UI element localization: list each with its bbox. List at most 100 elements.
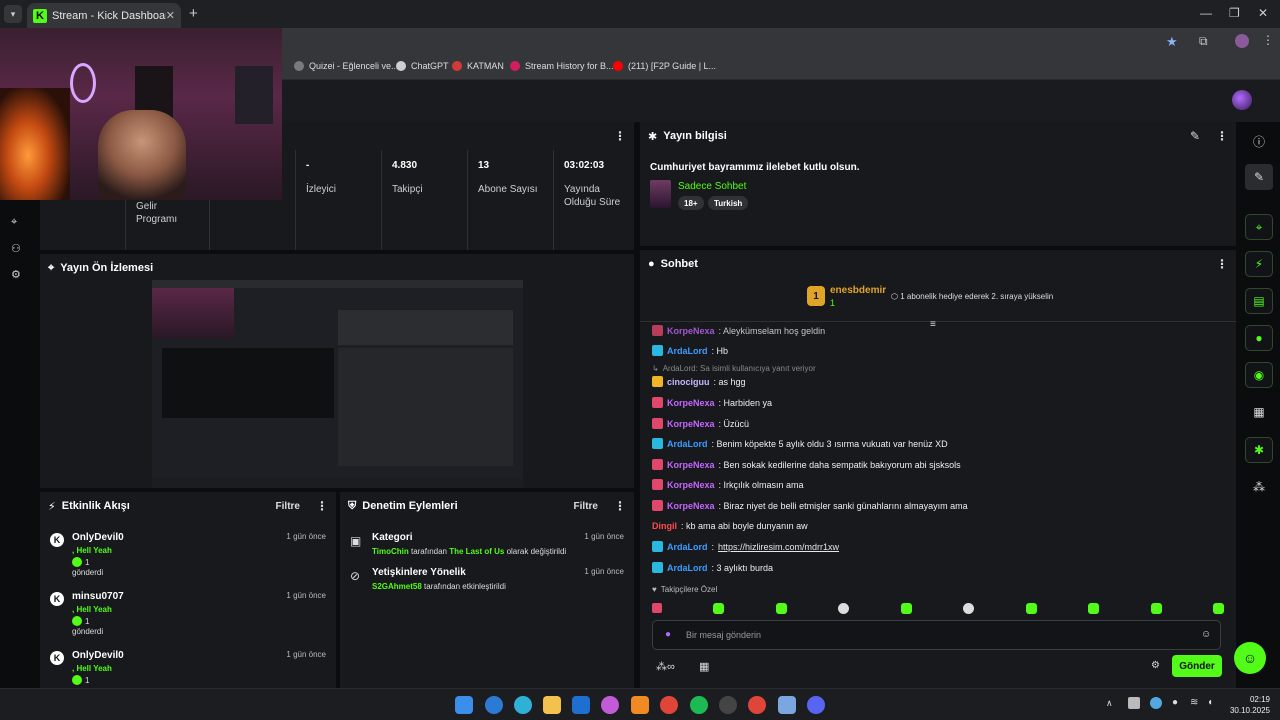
broadcast-icon[interactable]: ◉	[1245, 362, 1273, 388]
emote-icon[interactable]	[1150, 602, 1162, 614]
app-icon[interactable]	[778, 696, 796, 714]
preview-video[interactable]	[152, 280, 523, 488]
more-options-icon[interactable]: ⋮	[1216, 257, 1228, 271]
chat-username[interactable]: cinociguu	[667, 377, 710, 387]
copilot-icon[interactable]	[601, 696, 619, 714]
minimize-icon[interactable]: —	[1200, 6, 1212, 20]
emote-icon[interactable]	[1025, 602, 1037, 614]
microphone-icon[interactable]: ●	[1172, 697, 1178, 708]
lightning-icon[interactable]: ⚡	[1245, 251, 1273, 277]
chat-username[interactable]: ArdaLord	[667, 542, 708, 552]
app-icon[interactable]	[485, 696, 503, 714]
wrench-icon[interactable]: ✱	[1245, 437, 1273, 463]
stream-control-icon[interactable]: ⌖	[1245, 214, 1273, 240]
edit-icon[interactable]: ✎	[1245, 164, 1273, 190]
close-window-icon[interactable]: ✕	[1258, 6, 1268, 20]
emote-icon[interactable]	[652, 603, 662, 613]
activity-user[interactable]: OnlyDevil0	[72, 650, 124, 661]
emote-icon[interactable]	[1212, 602, 1224, 614]
activity-user[interactable]: minsu0707	[72, 591, 124, 602]
browser-menu-icon[interactable]: ⋮	[1262, 33, 1274, 47]
emote-icon[interactable]	[713, 602, 725, 614]
tray-icon[interactable]	[1150, 697, 1162, 709]
moderation-title: Kategori	[372, 532, 413, 543]
chat-settings-icon[interactable]: ⚙	[1151, 660, 1160, 671]
tray-arrow-icon[interactable]: ∧	[1106, 698, 1113, 709]
more-options-icon[interactable]: ⋮	[614, 129, 626, 143]
more-options-icon[interactable]: ⋮	[614, 499, 626, 513]
tray-icon[interactable]	[1128, 697, 1140, 709]
bookmark-item[interactable]: Quizei - Eğlenceli ve...	[294, 61, 399, 71]
send-button[interactable]: Gönder	[1172, 655, 1222, 677]
obs-icon[interactable]	[719, 696, 737, 714]
top-gifter[interactable]: enesbdemir	[830, 285, 886, 296]
filter-button[interactable]: Filtre	[276, 501, 300, 512]
chat-input[interactable]: ● Bir mesaj gönderin ☺	[652, 620, 1221, 650]
user-avatar[interactable]	[1232, 90, 1252, 110]
store-icon[interactable]: ▦	[699, 660, 709, 673]
stream-category[interactable]: Sadece Sohbet	[678, 181, 746, 192]
group-icon[interactable]: ⁂	[1245, 474, 1273, 500]
chat-username[interactable]: ArdaLord	[667, 346, 708, 356]
more-options-icon[interactable]: ⋮	[316, 499, 328, 513]
edit-icon[interactable]: ✎	[1190, 129, 1200, 143]
vlc-icon[interactable]	[631, 696, 649, 714]
chat-username[interactable]: KorpeNexa	[667, 501, 715, 511]
profile-avatar[interactable]	[1235, 34, 1249, 48]
info-icon[interactable]: ⓘ	[1245, 128, 1273, 154]
activity-user[interactable]: OnlyDevil0	[72, 532, 124, 543]
bookmark-item[interactable]: ChatGPT	[396, 61, 449, 71]
bookmark-item[interactable]: KATMAN	[452, 61, 504, 71]
store-icon[interactable]	[572, 696, 590, 714]
users-icon[interactable]: ⚇	[11, 242, 21, 255]
filter-button[interactable]: Filtre	[574, 501, 598, 512]
bookmark-item[interactable]: (211) [F2P Guide | L...	[613, 61, 716, 71]
kick-fab-icon[interactable]: ☺	[1234, 642, 1266, 674]
settings-icon[interactable]: ⚙	[11, 268, 21, 281]
spotify-icon[interactable]	[690, 696, 708, 714]
tab-search-button[interactable]: ▾	[4, 5, 22, 23]
new-tab-button[interactable]: +	[189, 5, 198, 22]
moderator-name[interactable]: S2GAhmet58	[372, 582, 422, 591]
edge-icon[interactable]	[514, 696, 532, 714]
emote-icon[interactable]	[775, 602, 787, 614]
chat-username[interactable]: ArdaLord	[667, 563, 708, 573]
panel-title: Etkinlik Akışı	[61, 500, 130, 512]
emote-icon[interactable]	[963, 602, 975, 614]
chat-username[interactable]: KorpeNexa	[667, 419, 715, 429]
chrome-icon[interactable]	[748, 696, 766, 714]
browser-tab[interactable]: K Stream - Kick Dashboard ✕	[27, 3, 181, 28]
stream-icon[interactable]: ⌖	[11, 216, 17, 229]
chrome-icon[interactable]	[660, 696, 678, 714]
emote-icon[interactable]	[1088, 602, 1100, 614]
tab-close-icon[interactable]: ✕	[166, 9, 175, 22]
emote-icon[interactable]	[838, 602, 850, 614]
maximize-icon[interactable]: ❐	[1229, 6, 1240, 20]
mic-icon[interactable]: ●	[665, 629, 671, 640]
chat-username[interactable]: KorpeNexa	[667, 398, 715, 408]
more-options-icon[interactable]: ⋮	[1216, 129, 1228, 143]
chat-username[interactable]: KorpeNexa	[667, 326, 715, 336]
chat-link[interactable]: https://hizliresim.com/mdrr1xw	[718, 542, 839, 552]
system-clock[interactable]: 02:19 30.10.2025	[1230, 694, 1270, 716]
clipboard-icon[interactable]: ▤	[1245, 288, 1273, 314]
emote-icon[interactable]	[900, 602, 912, 614]
collapse-icon[interactable]: ≡	[930, 319, 936, 330]
extensions-icon[interactable]: ⧉	[1199, 34, 1208, 49]
chat-username[interactable]: KorpeNexa	[667, 460, 715, 470]
emoji-icon[interactable]: ☺	[1201, 629, 1211, 640]
moderator-name[interactable]: TimoChin	[372, 547, 409, 556]
volume-icon[interactable]: ◖	[1207, 697, 1213, 708]
windows-start-icon[interactable]	[455, 696, 473, 714]
file-explorer-icon[interactable]	[543, 696, 561, 714]
chat-bubble-icon[interactable]: ●	[1245, 325, 1273, 351]
store-icon[interactable]: ▦	[1245, 399, 1273, 425]
chat-username[interactable]: KorpeNexa	[667, 480, 715, 490]
infinity-icon[interactable]: ⁂∞	[656, 660, 675, 673]
wifi-icon[interactable]: ≋	[1190, 697, 1198, 708]
chat-username[interactable]: ArdaLord	[667, 439, 708, 449]
bookmark-star-icon[interactable]: ★	[1166, 34, 1178, 50]
chat-username[interactable]: Dingil	[652, 521, 677, 531]
discord-icon[interactable]	[807, 696, 825, 714]
bookmark-item[interactable]: Stream History for B...	[510, 61, 614, 71]
